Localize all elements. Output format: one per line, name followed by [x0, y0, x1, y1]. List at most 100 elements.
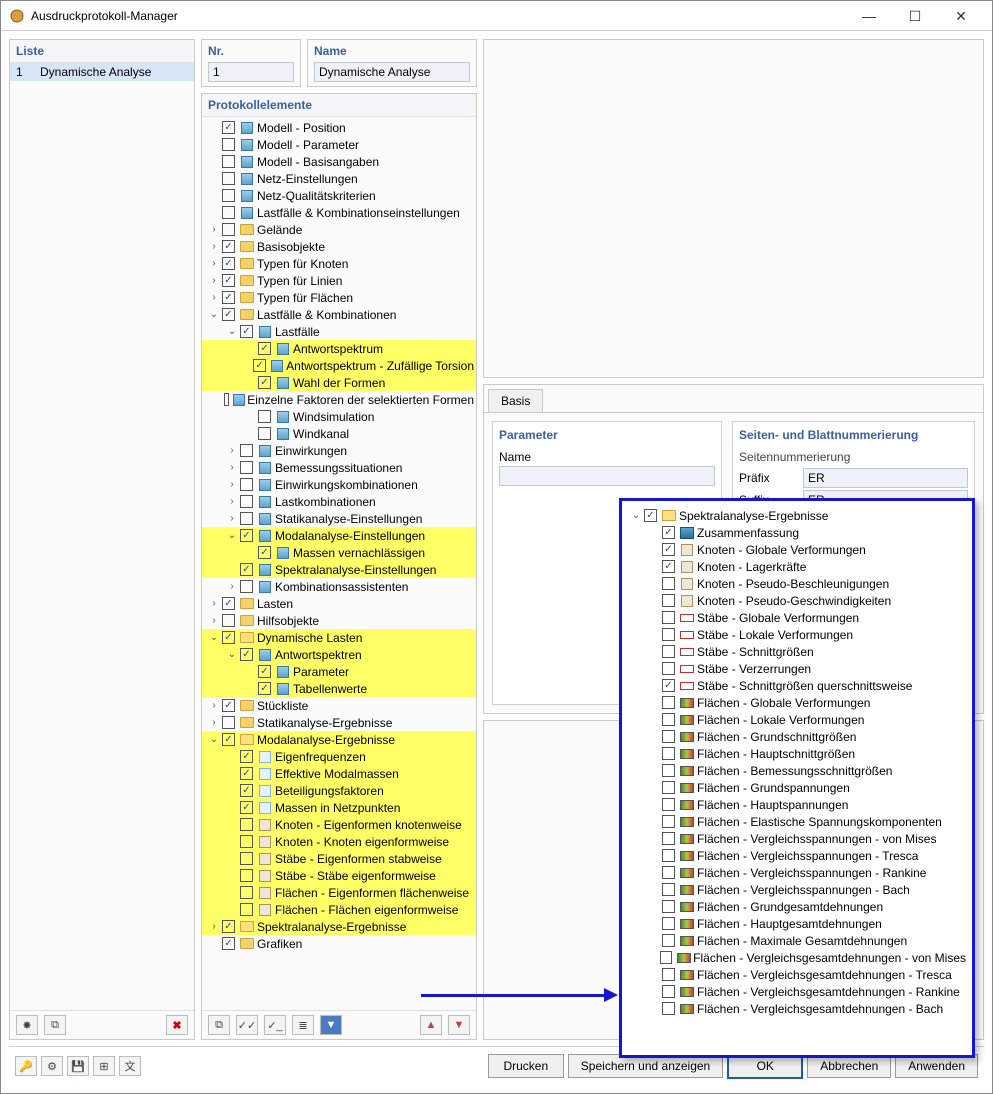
tree-item[interactable]: Flächen - Vergleichsgesamtdehnungen - Ba…	[626, 1000, 968, 1017]
collapse-icon[interactable]: ⌄	[226, 649, 238, 660]
tree-item[interactable]: ›Einwirkungskombinationen	[202, 476, 476, 493]
tree-item[interactable]: Flächen - Maximale Gesamtdehnungen	[626, 932, 968, 949]
tree-item[interactable]: Stäbe - Schnittgrößen querschnittsweise	[626, 677, 968, 694]
tree-item[interactable]: Flächen - Hauptschnittgrößen	[626, 745, 968, 762]
tree-item[interactable]: ⌄Modalanalyse-Einstellungen	[202, 527, 476, 544]
checkbox[interactable]	[222, 716, 235, 729]
tree-item[interactable]: Modell - Position	[202, 119, 476, 136]
checkbox[interactable]	[240, 784, 253, 797]
checkbox[interactable]	[258, 410, 271, 423]
copy-button[interactable]: ⧉	[208, 1015, 230, 1035]
checkbox[interactable]	[258, 376, 271, 389]
expand-icon[interactable]: ›	[208, 275, 220, 286]
checkbox[interactable]	[662, 645, 675, 658]
tree-item[interactable]: Knoten - Knoten eigenformweise	[202, 833, 476, 850]
checkbox[interactable]	[662, 577, 675, 590]
tree-item[interactable]: Netz-Einstellungen	[202, 170, 476, 187]
expand-icon[interactable]: ›	[226, 513, 238, 524]
collapse-icon[interactable]: ⌄	[208, 309, 220, 320]
tree-item[interactable]: ⌄Lastfälle & Kombinationen	[202, 306, 476, 323]
checkbox[interactable]	[662, 832, 675, 845]
tree-item[interactable]: Stäbe - Eigenformen stabweise	[202, 850, 476, 867]
move-up-button[interactable]: ▲	[420, 1015, 442, 1035]
minimize-button[interactable]: —	[846, 2, 892, 30]
checkbox[interactable]	[222, 223, 235, 236]
tree-item[interactable]: Stäbe - Verzerrungen	[626, 660, 968, 677]
checkbox[interactable]	[240, 869, 253, 882]
checkbox[interactable]	[662, 798, 675, 811]
tree-item[interactable]: Stäbe - Lokale Verformungen	[626, 626, 968, 643]
tree-item[interactable]: Stäbe - Globale Verformungen	[626, 609, 968, 626]
tree-item[interactable]: ⌄Antwortspektren	[202, 646, 476, 663]
checkbox[interactable]	[240, 580, 253, 593]
expand-icon[interactable]: ›	[208, 717, 220, 728]
tree-item[interactable]: ›Basisobjekte	[202, 238, 476, 255]
checkbox[interactable]	[222, 308, 235, 321]
checkbox[interactable]	[222, 240, 235, 253]
tree-item[interactable]: Modell - Parameter	[202, 136, 476, 153]
checkbox[interactable]	[240, 529, 253, 542]
expand-icon[interactable]: ›	[226, 445, 238, 456]
tree-item[interactable]: ⌄Lastfälle	[202, 323, 476, 340]
checkbox[interactable]	[662, 679, 675, 692]
tree-item[interactable]: Flächen - Hauptgesamtdehnungen	[626, 915, 968, 932]
tree-item[interactable]: Flächen - Grundspannungen	[626, 779, 968, 796]
checkbox[interactable]	[240, 801, 253, 814]
collapse-icon[interactable]: ⌄	[226, 530, 238, 541]
checkbox[interactable]	[240, 852, 253, 865]
checkbox[interactable]	[662, 747, 675, 760]
tree-item[interactable]: Flächen - Grundschnittgrößen	[626, 728, 968, 745]
collapse-icon[interactable]: ⌄	[630, 510, 642, 521]
checkbox[interactable]	[240, 461, 253, 474]
tree-item[interactable]: Stäbe - Stäbe eigenformweise	[202, 867, 476, 884]
tree-item[interactable]: Flächen - Vergleichsgesamtdehnungen - Tr…	[626, 966, 968, 983]
tree-item[interactable]: Flächen - Vergleichsspannungen - von Mis…	[626, 830, 968, 847]
checkbox[interactable]	[662, 611, 675, 624]
tree-item[interactable]: ›Lastkombinationen	[202, 493, 476, 510]
checkbox[interactable]	[222, 172, 235, 185]
checkbox[interactable]	[662, 543, 675, 556]
checkbox[interactable]	[662, 866, 675, 879]
checkbox[interactable]	[662, 713, 675, 726]
checkbox[interactable]	[662, 781, 675, 794]
tree-item[interactable]: Knoten - Lagerkräfte	[626, 558, 968, 575]
expand-icon[interactable]: ›	[226, 479, 238, 490]
checkbox[interactable]	[662, 1002, 675, 1015]
tree-item[interactable]: Windsimulation	[202, 408, 476, 425]
tree-item[interactable]: Knoten - Eigenformen knotenweise	[202, 816, 476, 833]
tree-item[interactable]: ›Hilfsobjekte	[202, 612, 476, 629]
expand-icon[interactable]: ›	[226, 496, 238, 507]
tree-item[interactable]: Flächen - Bemessungsschnittgrößen	[626, 762, 968, 779]
checkbox[interactable]	[258, 342, 271, 355]
print-button[interactable]: Drucken	[488, 1054, 564, 1078]
checkbox[interactable]	[240, 478, 253, 491]
collapse-icon[interactable]: ⌄	[208, 632, 220, 643]
tree-item[interactable]: ›Statikanalyse-Einstellungen	[202, 510, 476, 527]
tree-item[interactable]: ›Typen für Flächen	[202, 289, 476, 306]
checkbox[interactable]	[644, 509, 657, 522]
language-button[interactable]: 文	[119, 1056, 141, 1076]
export-button[interactable]: 💾	[67, 1056, 89, 1076]
tree-item[interactable]: Flächen - Vergleichsgesamtdehnungen - Ra…	[626, 983, 968, 1000]
param-name-input[interactable]	[499, 466, 715, 486]
checkbox[interactable]	[662, 917, 675, 930]
checkbox[interactable]	[222, 121, 235, 134]
filter-button[interactable]: ▼	[320, 1015, 342, 1035]
checkbox[interactable]	[240, 444, 253, 457]
checkbox[interactable]	[222, 631, 235, 644]
tree-item[interactable]: Flächen - Elastische Spannungskomponente…	[626, 813, 968, 830]
checkbox[interactable]	[224, 393, 230, 406]
tree-item[interactable]: Einzelne Faktoren der selektierten Forme…	[202, 391, 476, 408]
help-button[interactable]: 🔑	[15, 1056, 37, 1076]
tree-item[interactable]: Modell - Basisangaben	[202, 153, 476, 170]
checkbox[interactable]	[662, 900, 675, 913]
copy-list-button[interactable]: ⧉	[44, 1015, 66, 1035]
tree-item[interactable]: Parameter	[202, 663, 476, 680]
checkbox[interactable]	[222, 937, 235, 950]
checkbox[interactable]	[222, 155, 235, 168]
list-row[interactable]: 1Dynamische Analyse	[10, 63, 194, 81]
expand-icon[interactable]: ›	[226, 462, 238, 473]
collapse-icon[interactable]: ⌄	[208, 734, 220, 745]
checkbox[interactable]	[662, 594, 675, 607]
checkbox[interactable]	[222, 597, 235, 610]
